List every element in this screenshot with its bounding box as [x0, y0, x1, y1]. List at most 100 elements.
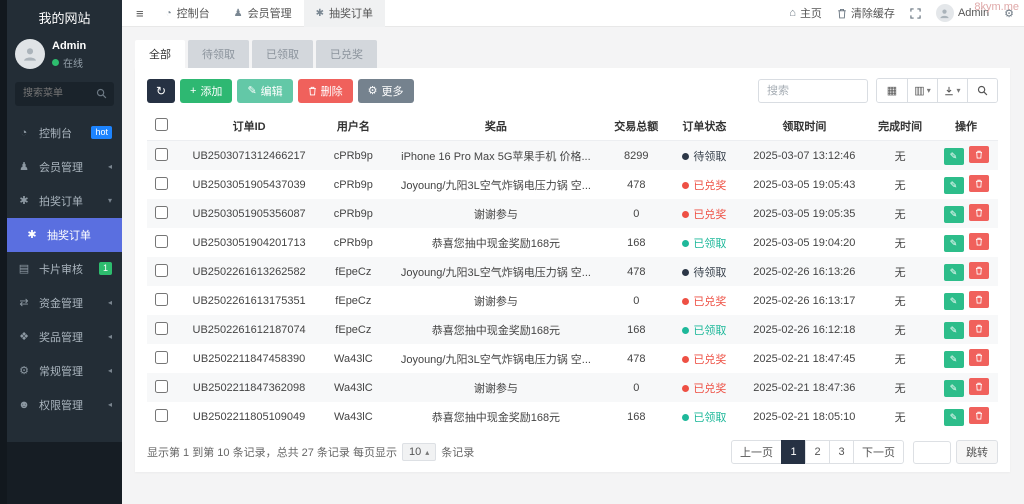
row-checkbox[interactable] — [155, 148, 168, 161]
row-select-cell — [147, 170, 177, 199]
navtab-dashboard[interactable]: ◔ 控制台 — [154, 0, 222, 27]
row-delete-button[interactable] — [969, 233, 989, 250]
sidebar-item-auction-orders[interactable]: ✱ 拍奖订单 ▾ — [7, 184, 122, 218]
prize: 恭喜您抽中现金奖励168元 — [385, 315, 606, 344]
navtab-members[interactable]: ♟ 会员管理 — [222, 0, 304, 27]
row-delete-button[interactable] — [969, 204, 989, 221]
row-edit-button[interactable]: ✎ — [944, 235, 964, 252]
prize: iPhone 16 Pro Max 5G苹果手机 价格... — [385, 141, 606, 171]
toolbar: ↻ +添加 ✎编辑 删除 ⚙更多 ▦ ▥▾ — [147, 78, 998, 103]
status-dot-icon — [682, 269, 689, 276]
row-edit-button[interactable]: ✎ — [944, 206, 964, 223]
add-button[interactable]: +添加 — [180, 79, 232, 103]
page-button-3[interactable]: 3 — [829, 440, 854, 464]
caret-down-icon: ▾ — [927, 86, 931, 95]
columns-dropdown[interactable]: ▥▾ — [907, 79, 937, 102]
navtab-lottery-orders[interactable]: ✱ 抽奖订单 — [304, 0, 385, 27]
row-delete-button[interactable] — [969, 291, 989, 308]
row-delete-button[interactable] — [969, 378, 989, 395]
search-icon[interactable] — [96, 88, 107, 99]
table-view-controls: ▦ ▥▾ ▾ — [876, 78, 998, 103]
refresh-icon: ↻ — [156, 84, 166, 98]
jump-page-input[interactable] — [913, 441, 951, 464]
row-select-cell — [147, 199, 177, 228]
sidebar-item-members[interactable]: ♟ 会员管理 ◂ — [7, 150, 122, 184]
jump-button[interactable]: 跳转 — [956, 440, 998, 464]
export-dropdown[interactable]: ▾ — [937, 79, 967, 102]
row-edit-button[interactable]: ✎ — [944, 264, 964, 281]
avatar[interactable] — [15, 39, 45, 69]
table-search-input[interactable] — [758, 79, 868, 103]
page-size-select[interactable]: 10▴ — [402, 443, 436, 461]
export-icon — [944, 86, 954, 96]
search-button[interactable] — [967, 79, 997, 102]
sidebar-item-card-review[interactable]: ▤ 卡片审核 1 — [7, 252, 122, 286]
star-icon: ✱ — [316, 8, 324, 19]
hamburger-icon[interactable]: ≡ — [126, 6, 154, 21]
row-delete-button[interactable] — [969, 146, 989, 163]
row-checkbox[interactable] — [155, 235, 168, 248]
row-delete-button[interactable] — [969, 349, 989, 366]
row-delete-button[interactable] — [969, 262, 989, 279]
page-button-2[interactable]: 2 — [805, 440, 830, 464]
tab-all[interactable]: 全部 — [135, 40, 185, 68]
order-status: 已兑奖 — [666, 286, 743, 315]
sidebar-item-prizes[interactable]: ❖ 奖品管理 ◂ — [7, 320, 122, 354]
clear-cache-link[interactable]: 清除缓存 — [837, 5, 895, 21]
row-checkbox[interactable] — [155, 293, 168, 306]
row-edit-button[interactable]: ✎ — [944, 293, 964, 310]
row-delete-button[interactable] — [969, 175, 989, 192]
pencil-icon: ✎ — [950, 383, 958, 394]
home-link[interactable]: ⌂ 主页 — [789, 5, 822, 21]
row-delete-button[interactable] — [969, 320, 989, 337]
refresh-button[interactable]: ↻ — [147, 79, 175, 103]
select-all-checkbox[interactable] — [155, 118, 168, 131]
chevron-left-icon: ◂ — [108, 366, 112, 375]
row-delete-button[interactable] — [969, 407, 989, 424]
row-select-cell — [147, 315, 177, 344]
row-edit-button[interactable]: ✎ — [944, 322, 964, 339]
delete-button[interactable]: 删除 — [298, 79, 353, 103]
sidebar-item-lottery-orders[interactable]: ✱ 抽奖订单 — [7, 218, 122, 252]
toggle-view-icon[interactable]: ▦ — [877, 79, 907, 102]
tab-pending[interactable]: 待领取 — [188, 40, 249, 68]
page-button-1[interactable]: 1 — [781, 440, 806, 464]
next-page-button[interactable]: 下一页 — [853, 440, 904, 464]
order-status: 已领取 — [666, 315, 743, 344]
row-edit-button[interactable]: ✎ — [944, 380, 964, 397]
row-checkbox[interactable] — [155, 322, 168, 335]
sidebar-item-dashboard[interactable]: ◔ 控制台 hot — [7, 116, 122, 150]
pencil-icon: ✎ — [247, 84, 256, 97]
watermark: 8kym.me — [974, 1, 1019, 13]
row-checkbox[interactable] — [155, 206, 168, 219]
fullscreen-icon[interactable] — [910, 8, 921, 19]
row-checkbox[interactable] — [155, 380, 168, 393]
row-edit-button[interactable]: ✎ — [944, 177, 964, 194]
row-checkbox[interactable] — [155, 409, 168, 422]
more-button[interactable]: ⚙更多 — [358, 79, 414, 103]
table-row: UB2502261613175351 fEpeCz 谢谢参与 0 已兑奖 202… — [147, 286, 998, 315]
sidebar-item-general[interactable]: ⚙ 常规管理 ◂ — [7, 354, 122, 388]
tab-redeemed[interactable]: 已兑奖 — [316, 40, 377, 68]
row-edit-button[interactable]: ✎ — [944, 351, 964, 368]
row-checkbox[interactable] — [155, 351, 168, 364]
status-dot-icon — [682, 211, 689, 218]
amount: 168 — [607, 402, 667, 431]
table-row: UB2502211805109049 Wa43lC 恭喜您抽中现金奖励168元 … — [147, 402, 998, 431]
sidebar-item-permissions[interactable]: ☻ 权限管理 ◂ — [7, 388, 122, 422]
avatar — [936, 4, 954, 22]
tab-received[interactable]: 已领取 — [252, 40, 313, 68]
sidebar-item-funds[interactable]: ⇄ 资金管理 ◂ — [7, 286, 122, 320]
app-root: 8kym.me 我的网站 Admin 在线 ◔ 控制台 hot — [0, 0, 1024, 504]
table-card: ↻ +添加 ✎编辑 删除 ⚙更多 ▦ ▥▾ — [135, 68, 1010, 472]
row-edit-button[interactable]: ✎ — [944, 148, 964, 165]
edit-button[interactable]: ✎编辑 — [237, 79, 292, 103]
row-select-cell — [147, 344, 177, 373]
table-row: UB2502261613262582 fEpeCz Joyoung/九阳3L空气… — [147, 257, 998, 286]
finish-time: 无 — [866, 315, 934, 344]
row-checkbox[interactable] — [155, 177, 168, 190]
row-edit-button[interactable]: ✎ — [944, 409, 964, 426]
cart-icon: ✱ — [17, 194, 31, 207]
prev-page-button[interactable]: 上一页 — [731, 440, 782, 464]
row-checkbox[interactable] — [155, 264, 168, 277]
